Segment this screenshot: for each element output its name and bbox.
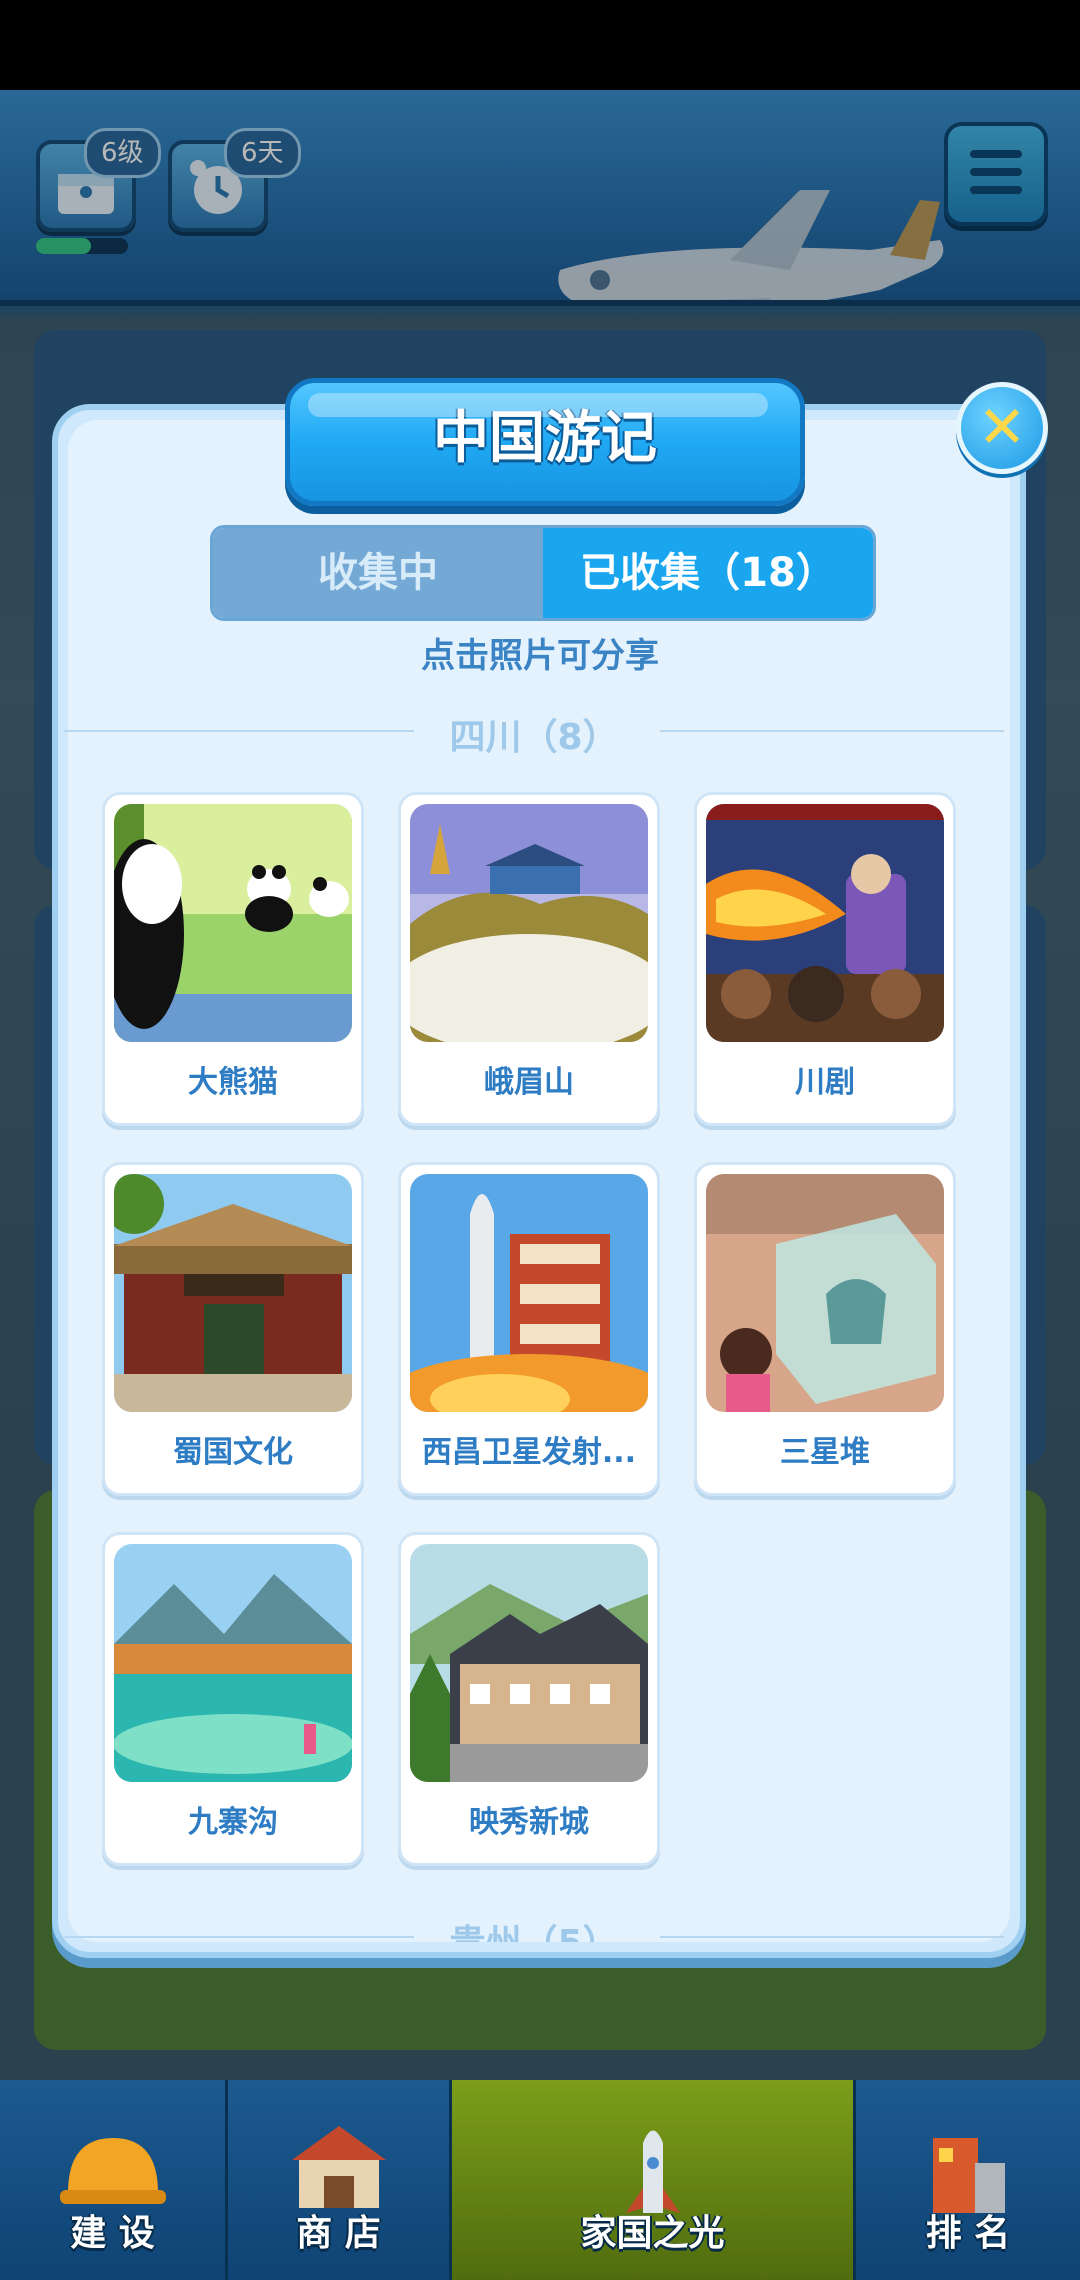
nav-ranking[interactable]: 排 名	[856, 2080, 1080, 2280]
nav-build[interactable]: 建 设	[0, 2080, 228, 2280]
nav-label: 排 名	[925, 2213, 1011, 2254]
nav-shop[interactable]: 商 店	[228, 2080, 452, 2280]
photo-card-yingxiu[interactable]: 映秀新城	[398, 1532, 660, 1866]
town-photo[interactable]	[410, 1544, 648, 1782]
nav-label: 建 设	[70, 2213, 155, 2254]
photo-caption: 峨眉山	[484, 1065, 574, 1100]
photo-caption: 九寨沟	[188, 1805, 278, 1840]
photo-caption: 映秀新城	[469, 1805, 589, 1840]
hardhat-icon	[59, 2138, 166, 2204]
photo-card-panda[interactable]: 大熊猫	[102, 792, 364, 1126]
modal-title: 中国游记	[285, 378, 805, 506]
tab-collecting[interactable]: 收集中	[213, 528, 543, 618]
share-hint: 点击照片可分享	[421, 636, 659, 676]
section-header-label: 贵州（5）	[60, 1914, 1008, 1942]
photo-caption: 蜀国文化	[173, 1435, 293, 1470]
panda-photo[interactable]	[114, 804, 352, 1042]
close-button[interactable]: ✕	[956, 382, 1048, 474]
photo-card-sichuan-opera[interactable]: 川剧	[694, 792, 956, 1126]
rocket-photo[interactable]	[410, 1174, 648, 1412]
photo-card-shu-culture[interactable]: 蜀国文化	[102, 1162, 364, 1496]
ranking-icon	[933, 2138, 1005, 2213]
shop-icon	[291, 2126, 386, 2208]
photo-caption: 三星堆	[780, 1435, 870, 1470]
status-bar	[0, 0, 1080, 90]
bottom-nav: 建 设 商 店 家国之光 排 名	[0, 2080, 1080, 2280]
section-header-sichuan: 四川（8）	[60, 706, 1008, 758]
photo-caption: 川剧	[795, 1065, 855, 1100]
tab-collected[interactable]: 已收集（18）	[543, 528, 873, 618]
section-header-guizhou: 贵州（5）	[60, 1912, 1008, 1942]
rocket-icon	[625, 2130, 680, 2213]
temple-gate-photo[interactable]	[114, 1174, 352, 1412]
nav-national-glory[interactable]: 家国之光	[452, 2080, 856, 2280]
photo-card-emei[interactable]: 峨眉山	[398, 792, 660, 1126]
relic-photo[interactable]	[706, 1174, 944, 1412]
nav-label: 商 店	[296, 2213, 381, 2254]
nav-label: 家国之光	[580, 2213, 725, 2254]
photo-card-jiuzhaigou[interactable]: 九寨沟	[102, 1532, 364, 1866]
opera-photo[interactable]	[706, 804, 944, 1042]
section-header-text: 贵州（5）	[429, 1923, 639, 1942]
title-shine	[308, 393, 768, 417]
photo-caption: 西昌卫星发射...	[421, 1435, 637, 1470]
mountain-photo[interactable]	[410, 804, 648, 1042]
photo-card-xichang-launch[interactable]: 西昌卫星发射...	[398, 1162, 660, 1496]
lake-photo[interactable]	[114, 1544, 352, 1782]
photo-card-sanxingdui[interactable]: 三星堆	[694, 1162, 956, 1496]
section-header-text: 四川（8）	[429, 717, 639, 758]
close-x-icon: ✕	[977, 393, 1027, 461]
photo-caption: 大熊猫	[188, 1065, 278, 1100]
collection-tabs: 收集中 已收集（18）	[210, 525, 876, 621]
section-header-label: 四川（8）	[60, 708, 1008, 760]
